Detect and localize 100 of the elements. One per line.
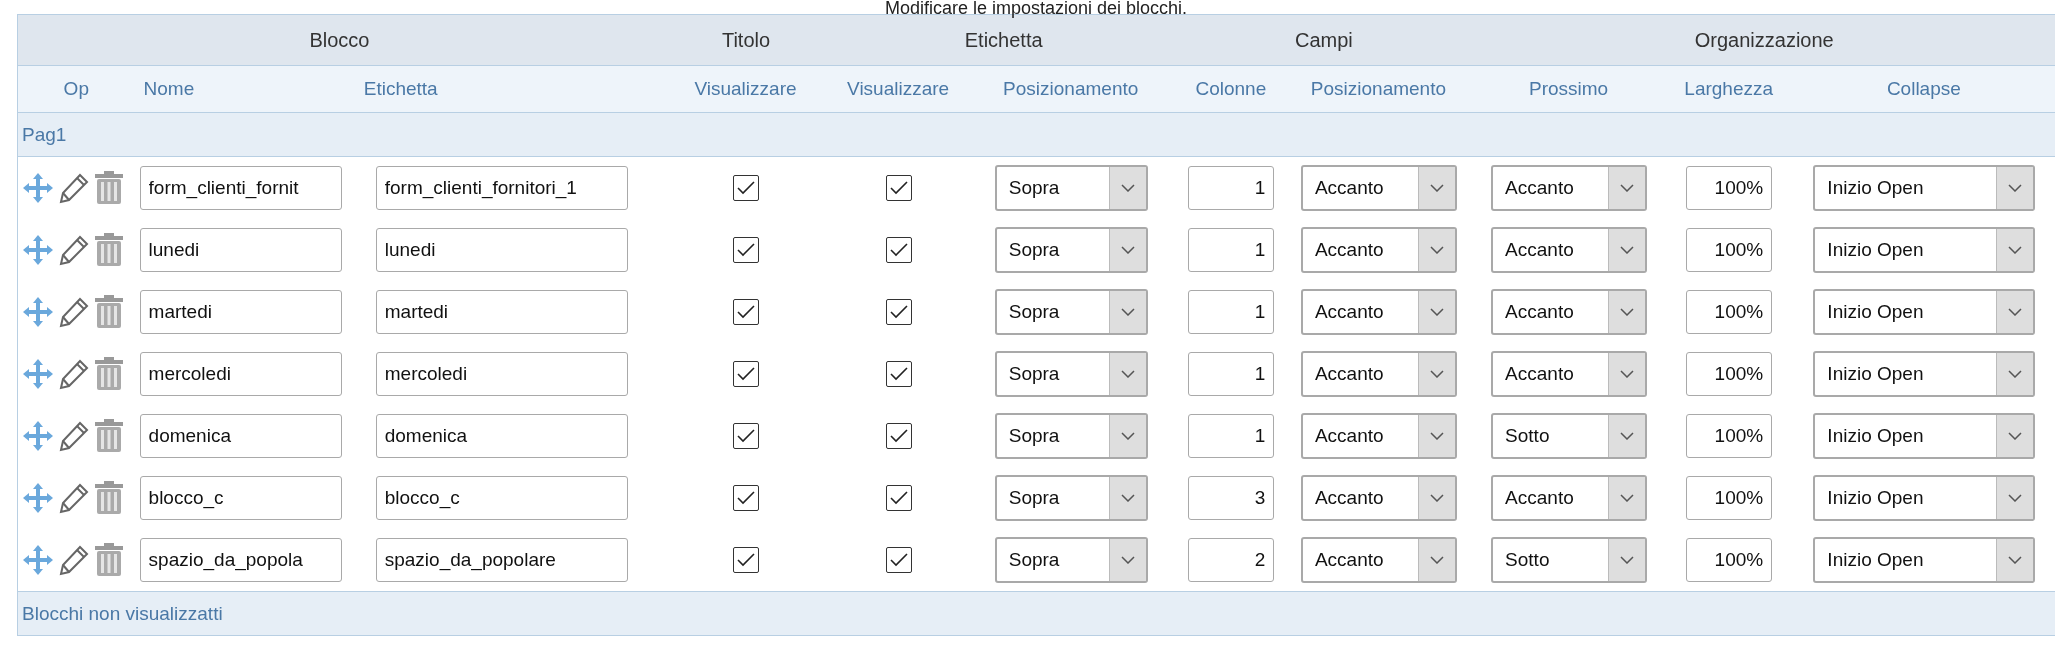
checkbox[interactable]	[885, 237, 912, 263]
dropdown[interactable]: Accanto	[1491, 351, 1648, 397]
trash-icon[interactable]	[94, 357, 124, 391]
move-icon[interactable]	[22, 296, 54, 328]
width-field[interactable]: 100%	[1686, 476, 1773, 520]
move-icon[interactable]	[22, 420, 54, 452]
label-field[interactable]: mercoledi	[375, 352, 628, 396]
checkbox[interactable]	[733, 237, 759, 263]
dropdown[interactable]: Inizio Open	[1813, 165, 2036, 211]
dropdown[interactable]: Accanto	[1300, 413, 1457, 459]
caret-icon	[1620, 246, 1635, 254]
columns-field[interactable]: 2	[1188, 538, 1275, 582]
dropdown[interactable]: Accanto	[1300, 227, 1457, 273]
move-icon[interactable]	[22, 234, 54, 266]
pencil-icon[interactable]	[58, 420, 90, 452]
checkbox[interactable]	[885, 361, 912, 387]
checkbox[interactable]	[885, 299, 912, 325]
dropdown[interactable]: Inizio Open	[1813, 351, 2036, 397]
dropdown[interactable]: Accanto	[1491, 289, 1648, 335]
caret-icon	[1429, 370, 1444, 378]
dropdown[interactable]: Inizio Open	[1813, 413, 2036, 459]
checkbox[interactable]	[733, 175, 759, 201]
check-icon	[889, 181, 908, 195]
pencil-icon[interactable]	[58, 296, 90, 328]
columns-field[interactable]: 1	[1188, 290, 1275, 334]
checkbox[interactable]	[885, 423, 912, 449]
columns-field[interactable]: 1	[1188, 352, 1275, 396]
trash-icon[interactable]	[94, 295, 124, 329]
dropdown[interactable]: Inizio Open	[1813, 289, 2036, 335]
dropdown[interactable]: Sopra	[994, 351, 1148, 397]
pencil-icon[interactable]	[58, 172, 90, 204]
width-field[interactable]: 100%	[1686, 414, 1773, 458]
name-field[interactable]: lunedi	[139, 228, 342, 272]
dropdown[interactable]: Sotto	[1491, 413, 1648, 459]
checkbox[interactable]	[885, 485, 912, 511]
dropdown[interactable]: Sopra	[994, 537, 1148, 583]
check-icon	[889, 243, 908, 257]
label-field[interactable]: spazio_da_popolare	[375, 538, 628, 582]
width-field[interactable]: 100%	[1686, 290, 1773, 334]
pencil-icon[interactable]	[58, 234, 90, 266]
dropdown[interactable]: Inizio Open	[1813, 227, 2036, 273]
dropdown[interactable]: Inizio Open	[1813, 537, 2036, 583]
dropdown[interactable]: Accanto	[1300, 475, 1457, 521]
pencil-icon[interactable]	[58, 358, 90, 390]
dropdown[interactable]: Accanto	[1491, 165, 1648, 211]
trash-icon[interactable]	[94, 233, 124, 267]
dropdown[interactable]: Accanto	[1300, 351, 1457, 397]
columns-field[interactable]: 1	[1188, 166, 1275, 210]
label-field[interactable]: martedi	[375, 290, 628, 334]
dropdown[interactable]: Sopra	[994, 165, 1148, 211]
name-field[interactable]: blocco_c	[139, 476, 342, 520]
name-field[interactable]: spazio_da_popola	[139, 538, 342, 582]
width-field[interactable]: 100%	[1686, 166, 1773, 210]
dropdown[interactable]: Accanto	[1300, 289, 1457, 335]
checkbox[interactable]	[885, 547, 912, 573]
dropdown[interactable]: Accanto	[1491, 475, 1648, 521]
checkbox[interactable]	[733, 423, 759, 449]
dropdown[interactable]: Sopra	[994, 413, 1148, 459]
move-icon[interactable]	[22, 358, 54, 390]
trash-icon[interactable]	[94, 481, 124, 515]
dropdown[interactable]: Accanto	[1491, 227, 1648, 273]
checkbox[interactable]	[733, 547, 759, 573]
move-icon[interactable]	[22, 544, 54, 576]
label-field[interactable]: form_clienti_fornitori_1	[375, 166, 628, 210]
caret-icon	[1120, 432, 1135, 440]
checkbox[interactable]	[885, 175, 912, 201]
checkbox[interactable]	[733, 485, 759, 511]
columns-field[interactable]: 1	[1188, 228, 1275, 272]
caret-icon	[1429, 432, 1444, 440]
columns-field[interactable]: 1	[1188, 414, 1275, 458]
name-field[interactable]: domenica	[139, 414, 342, 458]
width-field[interactable]: 100%	[1686, 538, 1773, 582]
dropdown[interactable]: Sopra	[994, 475, 1148, 521]
dropdown[interactable]: Sotto	[1491, 537, 1648, 583]
pencil-icon[interactable]	[58, 482, 90, 514]
name-field[interactable]: martedi	[139, 290, 342, 334]
width-field[interactable]: 100%	[1686, 352, 1773, 396]
column-header: Larghezza	[1666, 65, 1792, 113]
caret-icon	[1620, 432, 1635, 440]
label-field[interactable]: blocco_c	[375, 476, 628, 520]
trash-icon[interactable]	[94, 419, 124, 453]
move-icon[interactable]	[22, 172, 54, 204]
trash-icon[interactable]	[94, 171, 124, 205]
label-field[interactable]: domenica	[375, 414, 628, 458]
trash-icon[interactable]	[94, 543, 124, 577]
name-field[interactable]: form_clienti_fornit	[139, 166, 342, 210]
name-field[interactable]: mercoledi	[139, 352, 342, 396]
width-field[interactable]: 100%	[1686, 228, 1773, 272]
label-field[interactable]: lunedi	[375, 228, 628, 272]
pencil-icon[interactable]	[58, 544, 90, 576]
dropdown[interactable]: Accanto	[1300, 537, 1457, 583]
caret-icon	[1429, 494, 1444, 502]
dropdown[interactable]: Sopra	[994, 227, 1148, 273]
dropdown[interactable]: Inizio Open	[1813, 475, 2036, 521]
checkbox[interactable]	[733, 361, 759, 387]
dropdown[interactable]: Accanto	[1300, 165, 1457, 211]
columns-field[interactable]: 3	[1188, 476, 1275, 520]
move-icon[interactable]	[22, 482, 54, 514]
dropdown[interactable]: Sopra	[994, 289, 1148, 335]
checkbox[interactable]	[733, 299, 759, 325]
